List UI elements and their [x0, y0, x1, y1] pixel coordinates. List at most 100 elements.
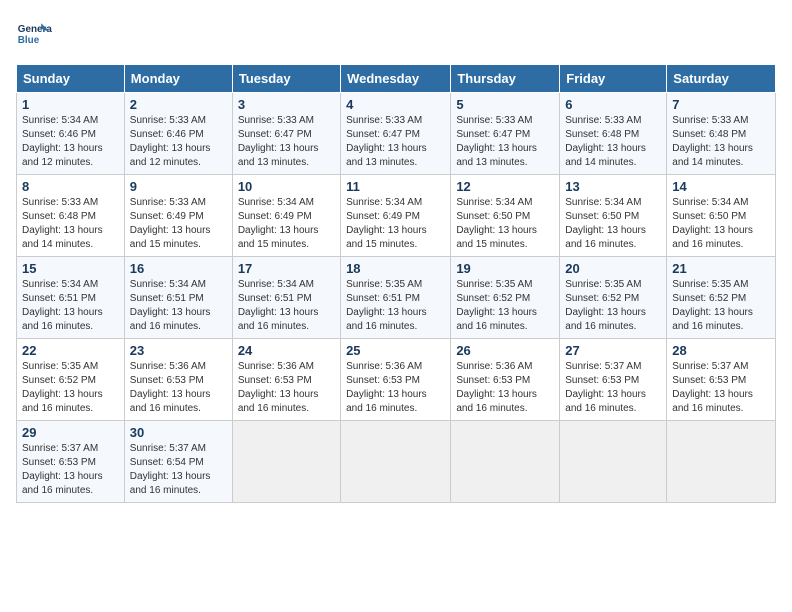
- day-detail: Sunrise: 5:34 AMSunset: 6:46 PMDaylight:…: [22, 115, 103, 168]
- calendar-cell: 5 Sunrise: 5:33 AMSunset: 6:47 PMDayligh…: [451, 93, 560, 175]
- calendar-week-row: 1 Sunrise: 5:34 AMSunset: 6:46 PMDayligh…: [17, 93, 776, 175]
- day-number: 3: [238, 97, 335, 112]
- day-number: 24: [238, 343, 335, 358]
- svg-text:Blue: Blue: [18, 35, 40, 46]
- day-number: 20: [565, 261, 661, 276]
- day-detail: Sunrise: 5:34 AMSunset: 6:51 PMDaylight:…: [130, 279, 211, 332]
- calendar-cell: [667, 421, 776, 503]
- day-number: 1: [22, 97, 119, 112]
- day-number: 28: [672, 343, 770, 358]
- day-number: 9: [130, 179, 227, 194]
- calendar-cell: 14 Sunrise: 5:34 AMSunset: 6:50 PMDaylig…: [667, 175, 776, 257]
- weekday-header: Sunday: [17, 65, 125, 93]
- day-detail: Sunrise: 5:36 AMSunset: 6:53 PMDaylight:…: [456, 361, 537, 414]
- calendar-cell: [560, 421, 667, 503]
- day-number: 6: [565, 97, 661, 112]
- calendar-cell: 30 Sunrise: 5:37 AMSunset: 6:54 PMDaylig…: [124, 421, 232, 503]
- day-number: 18: [346, 261, 445, 276]
- day-number: 17: [238, 261, 335, 276]
- calendar-cell: 25 Sunrise: 5:36 AMSunset: 6:53 PMDaylig…: [341, 339, 451, 421]
- calendar-week-row: 15 Sunrise: 5:34 AMSunset: 6:51 PMDaylig…: [17, 257, 776, 339]
- calendar-cell: [341, 421, 451, 503]
- calendar-week-row: 8 Sunrise: 5:33 AMSunset: 6:48 PMDayligh…: [17, 175, 776, 257]
- calendar-cell: 20 Sunrise: 5:35 AMSunset: 6:52 PMDaylig…: [560, 257, 667, 339]
- day-detail: Sunrise: 5:33 AMSunset: 6:47 PMDaylight:…: [346, 115, 427, 168]
- calendar-cell: 3 Sunrise: 5:33 AMSunset: 6:47 PMDayligh…: [232, 93, 340, 175]
- day-detail: Sunrise: 5:36 AMSunset: 6:53 PMDaylight:…: [238, 361, 319, 414]
- calendar-cell: 28 Sunrise: 5:37 AMSunset: 6:53 PMDaylig…: [667, 339, 776, 421]
- day-detail: Sunrise: 5:33 AMSunset: 6:49 PMDaylight:…: [130, 197, 211, 250]
- calendar-cell: [451, 421, 560, 503]
- calendar-cell: 21 Sunrise: 5:35 AMSunset: 6:52 PMDaylig…: [667, 257, 776, 339]
- calendar-cell: 17 Sunrise: 5:34 AMSunset: 6:51 PMDaylig…: [232, 257, 340, 339]
- day-detail: Sunrise: 5:35 AMSunset: 6:52 PMDaylight:…: [672, 279, 753, 332]
- calendar-cell: 4 Sunrise: 5:33 AMSunset: 6:47 PMDayligh…: [341, 93, 451, 175]
- day-detail: Sunrise: 5:34 AMSunset: 6:51 PMDaylight:…: [238, 279, 319, 332]
- day-detail: Sunrise: 5:33 AMSunset: 6:47 PMDaylight:…: [456, 115, 537, 168]
- day-number: 2: [130, 97, 227, 112]
- weekday-header: Saturday: [667, 65, 776, 93]
- calendar-cell: 24 Sunrise: 5:36 AMSunset: 6:53 PMDaylig…: [232, 339, 340, 421]
- day-detail: Sunrise: 5:37 AMSunset: 6:53 PMDaylight:…: [565, 361, 646, 414]
- calendar-cell: 16 Sunrise: 5:34 AMSunset: 6:51 PMDaylig…: [124, 257, 232, 339]
- calendar-cell: 29 Sunrise: 5:37 AMSunset: 6:53 PMDaylig…: [17, 421, 125, 503]
- day-number: 27: [565, 343, 661, 358]
- day-detail: Sunrise: 5:37 AMSunset: 6:53 PMDaylight:…: [22, 443, 103, 496]
- day-number: 29: [22, 425, 119, 440]
- day-detail: Sunrise: 5:34 AMSunset: 6:49 PMDaylight:…: [238, 197, 319, 250]
- weekday-header: Wednesday: [341, 65, 451, 93]
- day-detail: Sunrise: 5:34 AMSunset: 6:50 PMDaylight:…: [672, 197, 753, 250]
- logo: General Blue: [16, 16, 52, 52]
- day-detail: Sunrise: 5:33 AMSunset: 6:48 PMDaylight:…: [22, 197, 103, 250]
- day-detail: Sunrise: 5:33 AMSunset: 6:47 PMDaylight:…: [238, 115, 319, 168]
- calendar-cell: [232, 421, 340, 503]
- calendar-table: SundayMondayTuesdayWednesdayThursdayFrid…: [16, 64, 776, 503]
- calendar-cell: 12 Sunrise: 5:34 AMSunset: 6:50 PMDaylig…: [451, 175, 560, 257]
- day-detail: Sunrise: 5:36 AMSunset: 6:53 PMDaylight:…: [130, 361, 211, 414]
- day-detail: Sunrise: 5:33 AMSunset: 6:46 PMDaylight:…: [130, 115, 211, 168]
- calendar-cell: 18 Sunrise: 5:35 AMSunset: 6:51 PMDaylig…: [341, 257, 451, 339]
- day-number: 7: [672, 97, 770, 112]
- day-detail: Sunrise: 5:34 AMSunset: 6:49 PMDaylight:…: [346, 197, 427, 250]
- day-number: 10: [238, 179, 335, 194]
- day-number: 14: [672, 179, 770, 194]
- calendar-cell: 11 Sunrise: 5:34 AMSunset: 6:49 PMDaylig…: [341, 175, 451, 257]
- day-detail: Sunrise: 5:37 AMSunset: 6:54 PMDaylight:…: [130, 443, 211, 496]
- weekday-header: Thursday: [451, 65, 560, 93]
- day-detail: Sunrise: 5:34 AMSunset: 6:50 PMDaylight:…: [565, 197, 646, 250]
- calendar-cell: 6 Sunrise: 5:33 AMSunset: 6:48 PMDayligh…: [560, 93, 667, 175]
- day-number: 12: [456, 179, 554, 194]
- day-detail: Sunrise: 5:34 AMSunset: 6:50 PMDaylight:…: [456, 197, 537, 250]
- day-number: 23: [130, 343, 227, 358]
- calendar-week-row: 29 Sunrise: 5:37 AMSunset: 6:53 PMDaylig…: [17, 421, 776, 503]
- day-number: 21: [672, 261, 770, 276]
- weekday-header: Friday: [560, 65, 667, 93]
- day-number: 19: [456, 261, 554, 276]
- day-number: 25: [346, 343, 445, 358]
- calendar-cell: 27 Sunrise: 5:37 AMSunset: 6:53 PMDaylig…: [560, 339, 667, 421]
- day-number: 26: [456, 343, 554, 358]
- day-detail: Sunrise: 5:33 AMSunset: 6:48 PMDaylight:…: [565, 115, 646, 168]
- day-number: 11: [346, 179, 445, 194]
- weekday-header-row: SundayMondayTuesdayWednesdayThursdayFrid…: [17, 65, 776, 93]
- calendar-cell: 9 Sunrise: 5:33 AMSunset: 6:49 PMDayligh…: [124, 175, 232, 257]
- day-detail: Sunrise: 5:35 AMSunset: 6:52 PMDaylight:…: [565, 279, 646, 332]
- logo-icon: General Blue: [16, 16, 52, 52]
- day-number: 22: [22, 343, 119, 358]
- calendar-week-row: 22 Sunrise: 5:35 AMSunset: 6:52 PMDaylig…: [17, 339, 776, 421]
- day-detail: Sunrise: 5:35 AMSunset: 6:51 PMDaylight:…: [346, 279, 427, 332]
- calendar-cell: 2 Sunrise: 5:33 AMSunset: 6:46 PMDayligh…: [124, 93, 232, 175]
- calendar-cell: 10 Sunrise: 5:34 AMSunset: 6:49 PMDaylig…: [232, 175, 340, 257]
- day-detail: Sunrise: 5:37 AMSunset: 6:53 PMDaylight:…: [672, 361, 753, 414]
- calendar-header: General Blue: [16, 16, 776, 52]
- day-number: 8: [22, 179, 119, 194]
- day-number: 16: [130, 261, 227, 276]
- calendar-cell: 8 Sunrise: 5:33 AMSunset: 6:48 PMDayligh…: [17, 175, 125, 257]
- calendar-cell: 13 Sunrise: 5:34 AMSunset: 6:50 PMDaylig…: [560, 175, 667, 257]
- day-number: 15: [22, 261, 119, 276]
- calendar-cell: 23 Sunrise: 5:36 AMSunset: 6:53 PMDaylig…: [124, 339, 232, 421]
- day-detail: Sunrise: 5:36 AMSunset: 6:53 PMDaylight:…: [346, 361, 427, 414]
- calendar-cell: 1 Sunrise: 5:34 AMSunset: 6:46 PMDayligh…: [17, 93, 125, 175]
- calendar-cell: 26 Sunrise: 5:36 AMSunset: 6:53 PMDaylig…: [451, 339, 560, 421]
- day-detail: Sunrise: 5:35 AMSunset: 6:52 PMDaylight:…: [456, 279, 537, 332]
